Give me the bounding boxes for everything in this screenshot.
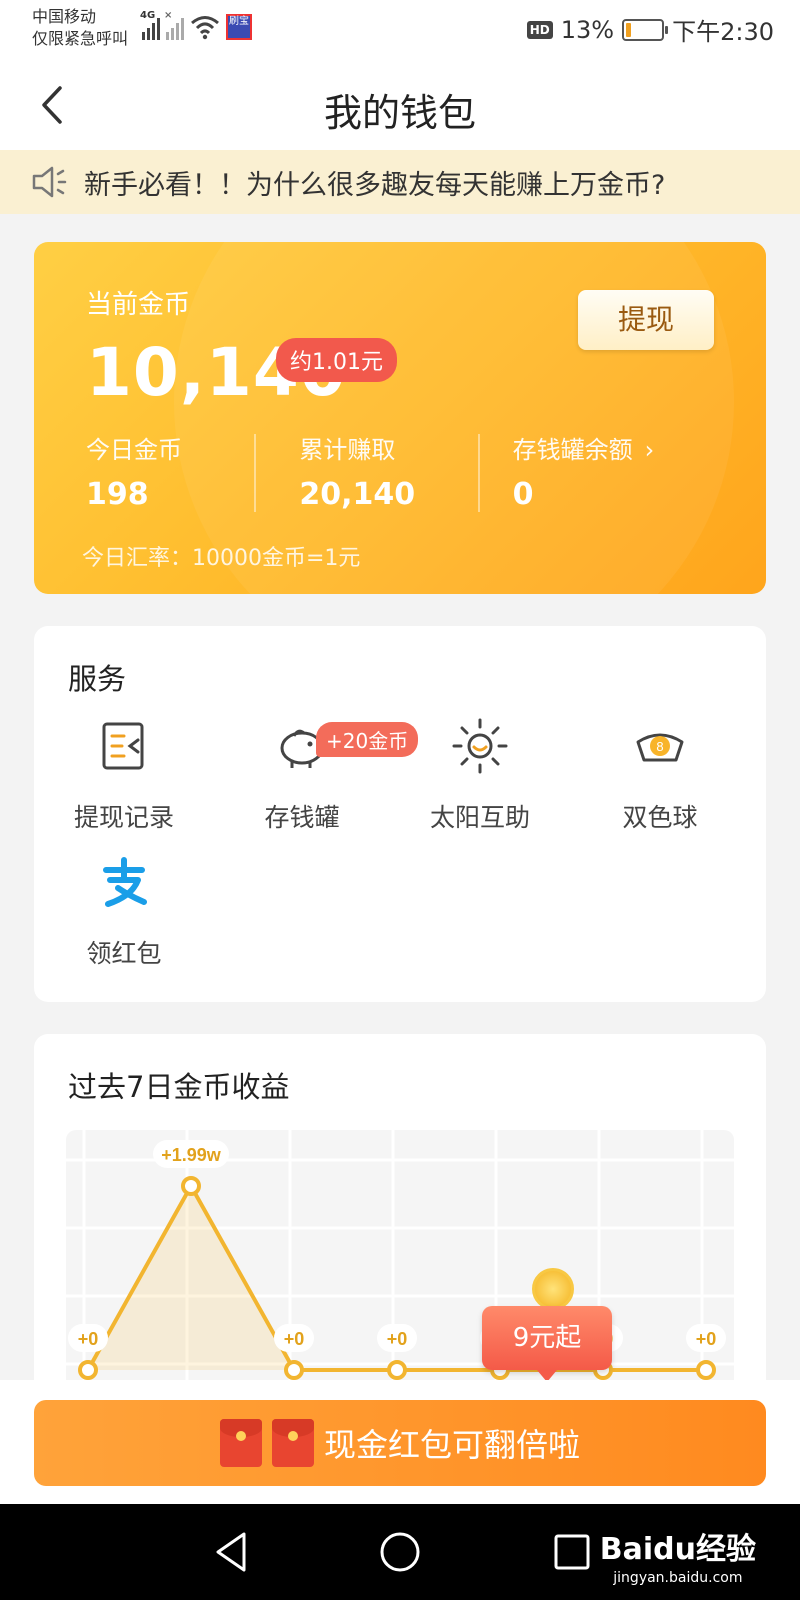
service-label: 存钱罐 xyxy=(264,803,340,832)
services-title: 服务 xyxy=(68,662,127,696)
cell-signal-2-icon: × xyxy=(164,10,184,40)
app-notification-icon: 刷宝 xyxy=(226,14,252,40)
clock: 下午2:30 xyxy=(672,18,774,46)
promo-bubble[interactable]: 9元起 xyxy=(482,1306,612,1382)
cta-label: 现金红包可翻倍啦 xyxy=(323,1426,580,1464)
red-envelope-icon xyxy=(219,1419,262,1467)
cell-signal-icon: 4G xyxy=(140,10,160,40)
stat-divider xyxy=(478,434,480,512)
balance-approx-badge: 约1.01元 xyxy=(276,338,397,382)
stat-label: 今日金币 xyxy=(86,436,182,464)
lottery-ball-icon: 8 xyxy=(636,733,684,762)
service-withdraw-record[interactable]: 提现记录 xyxy=(34,716,214,834)
data-point xyxy=(78,1360,98,1380)
carrier-status: 仅限紧急呼叫 xyxy=(32,29,129,48)
stat-value: 0 xyxy=(512,477,534,512)
speaker-icon xyxy=(32,166,67,198)
system-nav-bar: Baidu经验 jingyan.baidu.com xyxy=(0,1504,800,1600)
status-right: HD 13% 下午2:30 xyxy=(526,12,774,47)
signal-icons: 4G × 刷宝 xyxy=(140,10,252,40)
carrier-info: 中国移动 仅限紧急呼叫 xyxy=(32,6,128,50)
stat-label: 累计赚取 xyxy=(299,436,396,464)
data-label: +1.99w xyxy=(161,1145,222,1165)
red-packet-cta-button[interactable]: 现金红包可翻倍啦 xyxy=(34,1400,766,1486)
baidu-watermark: Baidu经验 jingyan.baidu.com xyxy=(600,1524,756,1586)
stat-divider xyxy=(254,434,256,512)
status-bar: 中国移动 仅限紧急呼叫 4G × 刷宝 HD 13% 下午2:30 xyxy=(0,0,800,60)
nav-recents-icon[interactable] xyxy=(546,1526,598,1578)
data-point xyxy=(284,1360,304,1380)
exchange-rate: 今日汇率：10000金币=1元 xyxy=(82,546,361,571)
app-header: 我的钱包 xyxy=(0,60,800,150)
wallet-stats: 今日金币 198 累计赚取 20,140 存钱罐余额 › 0 xyxy=(86,430,726,512)
stat-label: 存钱罐余额 › xyxy=(513,430,726,465)
carrier-name: 中国移动 xyxy=(32,7,97,26)
data-label: +0 xyxy=(78,1329,99,1349)
chevron-right-icon: › xyxy=(644,436,655,464)
battery-icon xyxy=(622,18,669,41)
nav-home-icon[interactable] xyxy=(374,1526,426,1578)
data-label: +0 xyxy=(284,1329,305,1349)
notice-text: 新手必看！！为什么很多趣友每天能赚上万金币? xyxy=(84,169,666,201)
sun-icon xyxy=(452,718,508,774)
coin-balance-label: 当前金币 xyxy=(86,290,191,320)
stat-today-coins: 今日金币 198 xyxy=(86,430,299,512)
wallet-card: 当前金币 10,140 约1.01元 提现 今日金币 198 累计赚取 20,1… xyxy=(34,242,766,594)
withdraw-record-icon xyxy=(102,722,144,770)
service-label: 双色球 xyxy=(622,803,698,832)
stat-value: 198 xyxy=(86,477,149,512)
data-label: +0 xyxy=(696,1329,717,1349)
svg-text:8: 8 xyxy=(656,739,663,754)
stat-value: 20,140 xyxy=(299,477,416,512)
red-envelope-icon xyxy=(271,1419,314,1467)
coin-icon xyxy=(532,1268,574,1310)
network-type: 4G xyxy=(140,10,156,21)
service-sun-mutual[interactable]: 太阳互助 xyxy=(390,716,570,834)
service-label: 领红包 xyxy=(86,939,162,968)
service-label: 太阳互助 xyxy=(429,803,530,832)
service-lottery[interactable]: 8 双色球 xyxy=(570,716,750,834)
hd-icon: HD xyxy=(526,20,553,39)
battery-percent: 13% xyxy=(560,15,615,44)
data-label: +0 xyxy=(387,1329,408,1349)
cta-bar: 现金红包可翻倍啦 xyxy=(0,1380,800,1504)
stat-total-earned: 累计赚取 20,140 xyxy=(299,430,512,512)
service-label: 提现记录 xyxy=(73,803,174,832)
alipay-icon xyxy=(103,857,147,907)
stat-piggy-balance[interactable]: 存钱罐余额 › 0 xyxy=(512,430,726,512)
watermark-brand: Baidu经验 xyxy=(599,1532,756,1567)
piggy-balance-label: 存钱罐余额 xyxy=(512,436,633,464)
chart-title: 过去7日金币收益 xyxy=(68,1070,290,1104)
withdraw-button[interactable]: 提现 xyxy=(578,290,714,350)
services-card: 服务 提现记录 存钱罐 +20金币 太阳互助 8 双色球 领红包 xyxy=(34,626,766,1002)
data-point xyxy=(387,1360,407,1380)
nav-back-icon[interactable] xyxy=(206,1526,258,1578)
wifi-icon xyxy=(191,16,219,40)
watermark-url: jingyan.baidu.com xyxy=(613,1570,743,1586)
page-title: 我的钱包 xyxy=(323,91,476,135)
notice-banner[interactable]: 新手必看！！为什么很多趣友每天能赚上万金币? xyxy=(0,150,800,214)
data-point xyxy=(181,1176,201,1196)
data-point xyxy=(696,1360,716,1380)
service-red-packet[interactable]: 领红包 xyxy=(34,852,214,970)
